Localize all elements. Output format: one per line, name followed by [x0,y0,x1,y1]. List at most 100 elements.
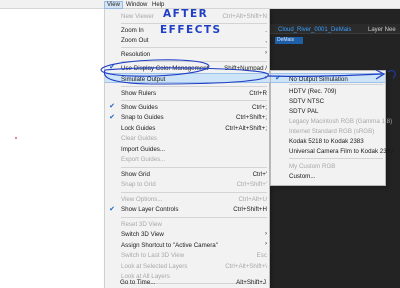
menu-item-shortcut: Alt+Shift+J [236,278,266,286]
menu-item-simulate-output[interactable]: Simulate Output › [105,73,271,84]
menu-item-label: Show Guides [121,103,158,111]
menu-item-show-layer-controls[interactable]: ✔ Show Layer Controls Ctrl+Shift+H [105,205,271,215]
menu-window[interactable]: Window [124,1,149,9]
menu-item-shortcut: Ctrl+Shift+H [233,206,267,213]
menu-item-shortcut: . [265,26,267,34]
annotation-effects: EFFECTS [160,24,222,36]
menu-divider [289,158,383,159]
menu-item-label: Look at Selected Layers [121,262,188,270]
menu-item-shortcut: , [265,36,267,44]
submenu-item-sdtv-pal[interactable]: SDTV PAL [271,106,385,116]
checkmark-icon: ✔ [275,75,281,82]
menu-item-label: Simulate Output [121,75,166,83]
submenu-item-label: HDTV (Rec. 709) [289,87,337,95]
menu-divider [121,85,267,87]
submenu-item-label: No Output Simulation [289,75,348,83]
menu-item-label: Show Rulers [121,89,157,97]
menu-divider [121,216,267,218]
menu-item-shortcut: Shift+Numpad / [224,64,267,72]
annotation-after: AFTER [163,8,209,20]
menu-item-label: Switch to Last 3D View [121,252,185,259]
submenu-item-no-output-simulation[interactable]: ✔ No Output Simulation [271,73,385,83]
submenu-item-label: SDTV PAL [289,107,319,115]
menu-item-snap-to-guides[interactable]: ✔ Snap to Guides Ctrl+Shift+; [105,113,271,123]
submenu-item-label: Legacy Macintosh RGB (Gamma 1.8) [289,117,393,125]
menu-item-label: Export Guides... [121,156,166,163]
checkmark-icon: ✔ [109,113,115,121]
composition-tab[interactable]: Cloud_River_0001_DeMais [278,27,351,33]
menu-item-shortcut: Ctrl+Alt+Shift+\ [225,262,267,270]
menu-item-switch-3d-view[interactable]: Switch 3D View › [105,230,271,240]
submenu-item-custom[interactable]: Custom... [271,171,385,181]
menu-divider [289,84,383,85]
layer-tab[interactable]: Layer Nee [368,27,396,33]
menu-item-label: Snap to Grid [121,181,156,188]
menu-item-label: Zoom In [121,26,144,34]
submenu-item-hdtv[interactable]: HDTV (Rec. 709) [271,86,385,96]
menu-item-shortcut: Ctrl+; [252,103,267,111]
simulate-output-submenu: ✔ No Output Simulation HDTV (Rec. 709) S… [270,70,394,186]
chevron-right-icon: › [265,241,267,247]
chevron-right-icon: › [265,75,267,81]
menu-item-import-guides[interactable]: Import Guides... [105,144,271,154]
menu-item-label: Zoom Out [121,36,149,44]
menu-item-show-grid[interactable]: Show Grid Ctrl+' [105,169,271,179]
submenu-item-universal-camera-film[interactable]: Universal Camera Film to Kodak 2383 [271,146,394,156]
menu-divider [121,100,267,101]
menu-item-use-display-color-management[interactable]: ✔ Use Display Color Management Shift+Num… [105,63,271,73]
menu-item-shortcut: Ctrl+Shift+' [236,181,267,188]
menu-item-label: Go to Time... [120,278,156,286]
submenu-item-my-custom-rgb[interactable]: My Custom RGB [271,161,385,171]
menu-divider [121,61,267,62]
checkmark-icon: ✔ [109,103,115,110]
menu-item-assign-shortcut-active-camera[interactable]: Assign Shortcut to "Active Camera" › [105,240,271,250]
checkmark-icon: ✔ [109,205,115,213]
menu-divider [121,166,267,168]
menu-item-label: View Options... [121,195,163,203]
menu-item-reset-3d-view[interactable]: Reset 3D View [105,219,271,229]
menu-item-snap-to-grid[interactable]: Snap to Grid Ctrl+Shift+' [105,180,271,190]
view-menu: New Viewer Ctrl+Alt+Shift+N Zoom In . Zo… [104,9,271,288]
submenu-item-srgb[interactable]: Internet Standard RGB (sRGB) [271,126,385,136]
menu-item-shortcut: Ctrl+Alt+Shift+; [225,124,267,132]
submenu-item-kodak-5218[interactable]: Kodak 5218 to Kodak 2383 [271,136,385,146]
menu-item-label: Snap to Guides [121,114,164,121]
menu-item-label: Resolution [121,50,151,58]
menu-item-label: Import Guides... [121,145,166,153]
menu-item-shortcut: Ctrl+' [252,170,267,178]
submenu-item-legacy-mac-rgb[interactable]: Legacy Macintosh RGB (Gamma 1.8) [271,116,392,126]
menu-item-zoom-out[interactable]: Zoom Out , [105,35,271,45]
menu-item-label: Show Grid [121,170,150,178]
menu-item-look-at-selected-layers[interactable]: Look at Selected Layers Ctrl+Alt+Shift+\ [105,261,271,271]
menu-item-export-guides[interactable]: Export Guides... [105,155,271,165]
submenu-item-label: Kodak 5218 to Kodak 2383 [289,137,364,145]
menu-item-view-options[interactable]: View Options... Ctrl+Alt+U [105,194,271,204]
menu-item-go-to-time[interactable]: Go to Time... Alt+Shift+J [104,277,270,287]
submenu-item-label: SDTV NTSC [289,97,325,105]
chevron-right-icon: › [265,230,267,237]
red-marker-dot [15,137,17,139]
menu-item-clear-guides[interactable]: Clear Guides [105,134,271,144]
menu-item-label: Use Display Color Management [121,64,209,72]
menu-item-resolution[interactable]: Resolution › [105,49,271,59]
menu-item-switch-to-last-3d-view[interactable]: Switch to Last 3D View Esc [105,251,271,261]
submenu-item-label: Internet Standard RGB (sRGB) [289,127,375,135]
chevron-right-icon: › [265,50,267,56]
menu-item-label: Reset 3D View [121,220,162,228]
menu-item-label: Show Layer Controls [121,206,179,213]
menu-item-show-rulers[interactable]: Show Rulers Ctrl+R [105,88,271,98]
menu-divider [121,47,267,48]
menu-item-lock-guides[interactable]: Lock Guides Ctrl+Alt+Shift+; [105,123,271,133]
submenu-item-sdtv-ntsc[interactable]: SDTV NTSC [271,96,385,106]
menu-item-label: New Viewer [121,12,154,20]
composition-chip[interactable]: DeMais [275,37,303,44]
checkmark-icon: ✔ [109,64,115,71]
menu-view[interactable]: View [104,1,123,9]
menu-item-shortcut: Ctrl+Alt+Shift+N [222,12,267,20]
menu-item-label: Lock Guides [121,124,156,132]
menu-item-label: Assign Shortcut to "Active Camera" [121,241,218,249]
menu-item-shortcut: Esc [256,252,267,259]
menu-item-show-guides[interactable]: ✔ Show Guides Ctrl+; [105,102,271,112]
menu-item-label: Switch 3D View [121,231,164,238]
submenu-item-label: Custom... [289,172,316,180]
